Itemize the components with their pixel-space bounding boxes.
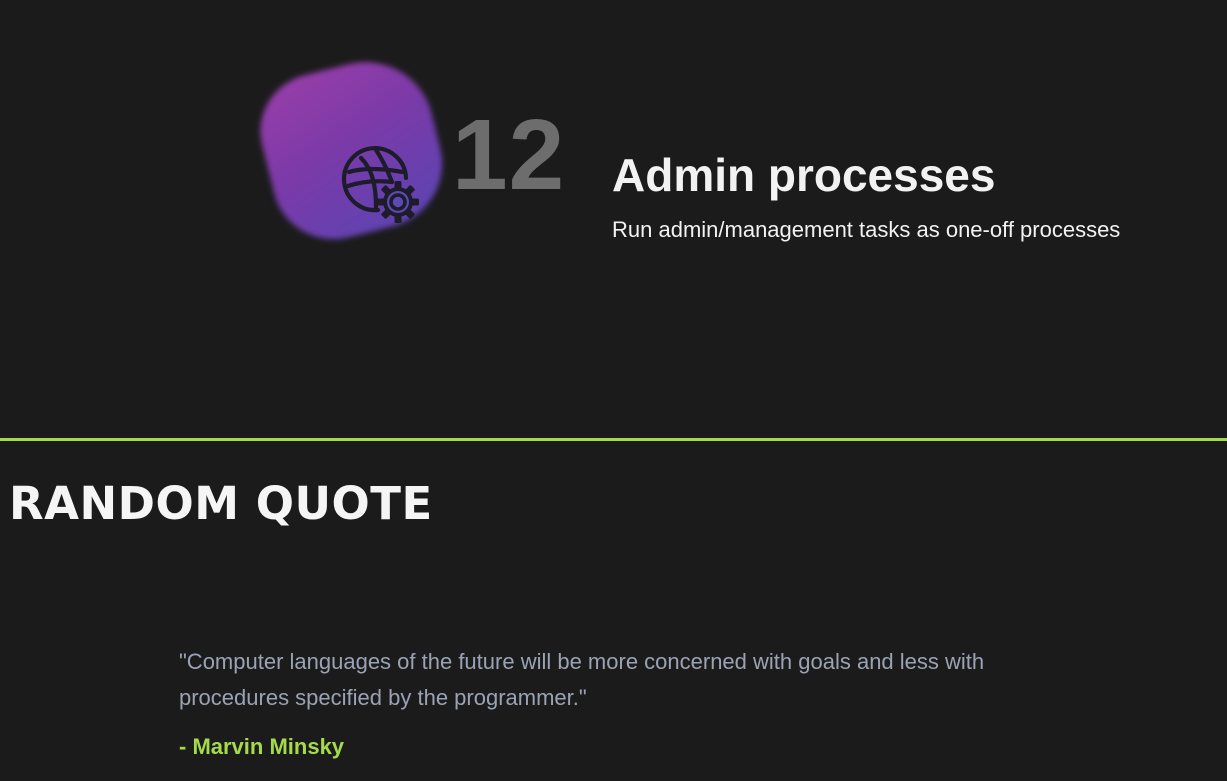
feature-description: Run admin/management tasks as one-off pr… [612,217,1121,242]
feature-title: Admin processes [612,149,996,201]
quote-author: - Marvin Minsky [179,734,345,759]
feature-section: 12 Admin processes Run admin/management … [0,0,1227,438]
quote-text: "Computer languages of the future will b… [179,649,985,710]
section-title: RANDOM QUOTE [9,477,433,530]
page: 12 Admin processes Run admin/management … [0,0,1227,781]
feature-number: 12 [452,99,566,211]
globe-gear-icon [341,146,419,223]
section-divider [0,438,1227,441]
